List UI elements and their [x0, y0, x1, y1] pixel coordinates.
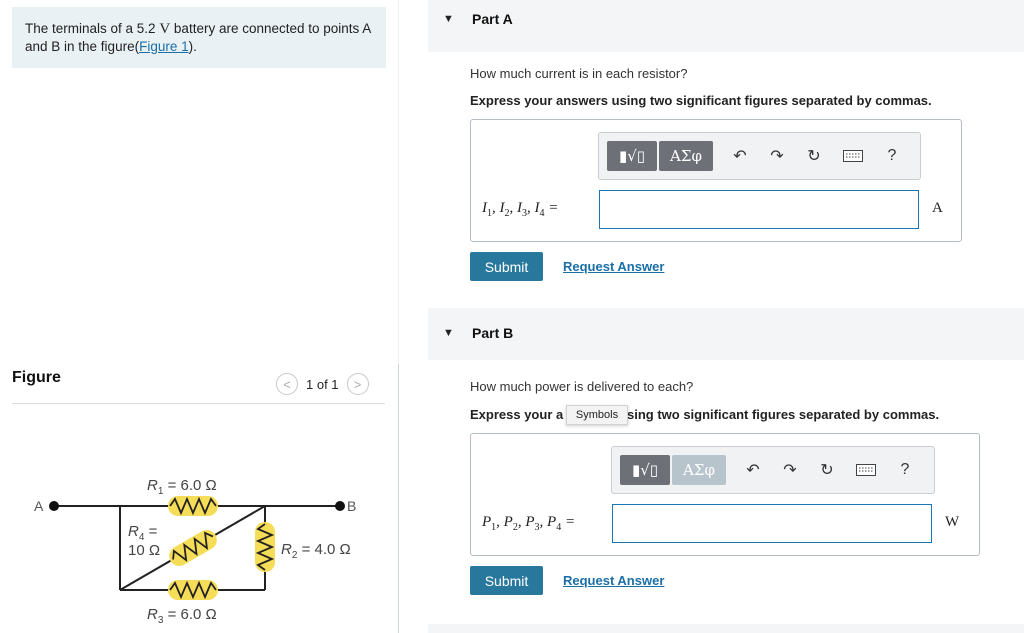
symbols-button[interactable]: ΑΣφ — [672, 455, 726, 485]
part-b-unit: W — [945, 514, 960, 530]
part-a-title[interactable]: Part A — [472, 11, 513, 27]
part-b-answer-input[interactable] — [612, 504, 932, 543]
part-a-header[interactable] — [428, 0, 1024, 52]
figure-link[interactable]: Figure 1 — [139, 39, 189, 54]
terminal-a-dot — [49, 501, 59, 511]
part-a-question: How much current is in each resistor? — [470, 66, 688, 81]
r4-highlight — [169, 530, 217, 566]
part-b-question: How much power is delivered to each? — [470, 379, 694, 394]
problem-text-3: ). — [188, 39, 197, 54]
keyboard-icon[interactable] — [842, 145, 864, 167]
terminal-b-dot — [335, 501, 345, 511]
part-b-request-answer-link[interactable]: Request Answer — [563, 573, 664, 588]
templates-icon: ▮√▯ — [618, 147, 646, 165]
templates-button[interactable]: ▮√▯ — [620, 455, 670, 485]
r2-label: R2 = 4.0 Ω — [281, 541, 351, 561]
part-a-unit: A — [932, 200, 943, 216]
chevron-left-icon: < — [283, 376, 291, 392]
symbols-tooltip: Symbols — [566, 405, 628, 425]
part-b-equation-label: P1, P2, P3, P4 = — [482, 514, 576, 533]
undo-icon[interactable]: ↶ — [729, 145, 751, 167]
part-b-instruction-start: Express your a — [470, 407, 564, 422]
figure-title: Figure — [12, 369, 61, 386]
symbols-button[interactable]: ΑΣφ — [659, 141, 713, 171]
redo-icon[interactable]: ↷ — [779, 459, 801, 481]
keyboard-icon[interactable] — [855, 459, 877, 481]
figure-separator — [12, 403, 385, 404]
pager-text: 1 of 1 — [306, 376, 339, 392]
r1-label: R1 = 6.0 Ω — [147, 477, 217, 497]
symbols-icon: ΑΣφ — [670, 147, 702, 165]
part-b-submit-button[interactable]: Submit — [470, 566, 543, 595]
problem-statement: The terminals of a 5.2 V battery are con… — [25, 20, 377, 55]
help-icon[interactable]: ? — [881, 145, 903, 167]
part-a-caret-icon[interactable]: ▼ — [443, 13, 454, 25]
next-figure-button[interactable]: > — [346, 373, 369, 395]
terminal-a-label: A — [34, 498, 44, 514]
pane-divider[interactable] — [398, 364, 399, 633]
part-b-caret-icon[interactable]: ▼ — [443, 327, 454, 339]
figure-pager: < 1 of 1 > — [276, 372, 369, 396]
reset-icon[interactable]: ↻ — [816, 459, 838, 481]
part-a-equation-label: I1, I2, I3, I4 = — [482, 200, 559, 219]
part-a-request-answer-link[interactable]: Request Answer — [563, 259, 664, 274]
part-a-toolbar: ▮√▯ ΑΣφ ↶ ↷ ↻ ? — [598, 132, 921, 180]
circuit-figure: A B R1 = 6.0 Ω R2 = 4.0 Ω R3 = 6.0 Ω R4 … — [34, 477, 356, 626]
r4-label-line1: R4 = — [128, 523, 158, 543]
next-part-header-edge — [428, 624, 1024, 633]
chevron-right-icon: > — [353, 376, 362, 392]
redo-icon[interactable]: ↷ — [766, 145, 788, 167]
part-a-instruction: Express your answers using two significa… — [470, 93, 932, 108]
voltage-unit: V — [159, 21, 171, 37]
part-a-submit-button[interactable]: Submit — [470, 252, 543, 281]
part-b-header[interactable] — [428, 308, 1024, 360]
reset-icon[interactable]: ↻ — [803, 145, 825, 167]
r4-label-line2: 10 Ω — [128, 542, 160, 559]
symbols-icon: ΑΣφ — [683, 461, 715, 479]
part-a-answer-input[interactable] — [599, 190, 919, 229]
help-icon[interactable]: ? — [894, 459, 916, 481]
templates-button[interactable]: ▮√▯ — [607, 141, 657, 171]
undo-icon[interactable]: ↶ — [742, 459, 764, 481]
part-b-instruction-end: sing two significant figures separated b… — [627, 407, 940, 422]
prev-figure-button[interactable]: < — [276, 373, 298, 395]
r3-label: R3 = 6.0 Ω — [147, 606, 217, 626]
terminal-b-label: B — [347, 498, 356, 514]
templates-icon: ▮√▯ — [631, 461, 659, 479]
problem-text-1: The terminals of a 5.2 — [25, 21, 160, 36]
part-b-toolbar: ▮√▯ ΑΣφ ↶ ↷ ↻ ? — [611, 446, 935, 494]
pane-divider-top — [398, 0, 399, 364]
part-b-title[interactable]: Part B — [472, 325, 513, 341]
